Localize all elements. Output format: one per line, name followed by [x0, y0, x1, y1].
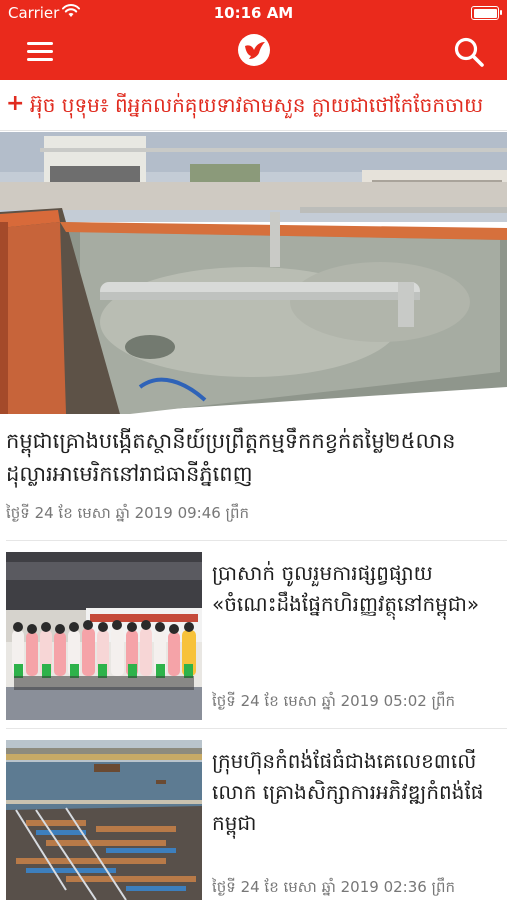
featured-article-image[interactable] — [0, 132, 507, 414]
article-title[interactable]: ប្រាសាក់ ចូលរួមការផ្សព្វផ្សាយ «ចំណេះដឹងផ… — [212, 558, 502, 620]
divider — [6, 540, 507, 541]
bird-logo-icon[interactable] — [237, 33, 271, 67]
ticker-headline[interactable]: អ៊ុច បុទុម៖ ពីអ្នកលក់គុយទាវតាមសួន ក្លាយជ… — [30, 93, 483, 117]
article-thumbnail[interactable] — [6, 552, 202, 720]
status-bar: Carrier 10:16 AM — [0, 0, 507, 26]
status-time: 10:16 AM — [213, 4, 294, 22]
ticker-plus-icon: + — [6, 91, 25, 116]
article-timestamp: ថ្ងៃទី 24 ខែ មេសា ឆ្នាំ 2019 05:02 ព្រឹក — [212, 692, 456, 710]
article-title[interactable]: ក្រុមហ៊ុនកំពង់ផែធំជាងគេលេខ៣លើលោក គ្រោងសិ… — [212, 746, 502, 839]
hamburger-menu-icon[interactable] — [24, 38, 56, 64]
app-header: Carrier 10:16 AM — [0, 0, 507, 80]
battery-icon — [471, 6, 502, 20]
breaking-news-ticker[interactable]: + អ៊ុច បុទុម៖ ពីអ្នកលក់គុយទាវតាមសួន ក្លា… — [0, 80, 507, 131]
search-icon[interactable] — [453, 36, 485, 68]
article-thumbnail[interactable] — [6, 740, 202, 900]
featured-article-title[interactable]: កម្ពុជាគ្រោងបង្កើតស្ថានីយ៍ប្រព្រឹត្តកម្ម… — [6, 425, 501, 491]
article-timestamp: ថ្ងៃទី 24 ខែ មេសា ឆ្នាំ 2019 02:36 ព្រឹក — [212, 878, 456, 896]
featured-article-timestamp: ថ្ងៃទី 24 ខែ មេសា ឆ្នាំ 2019 09:46 ព្រឹក — [6, 504, 250, 522]
divider — [6, 728, 507, 729]
